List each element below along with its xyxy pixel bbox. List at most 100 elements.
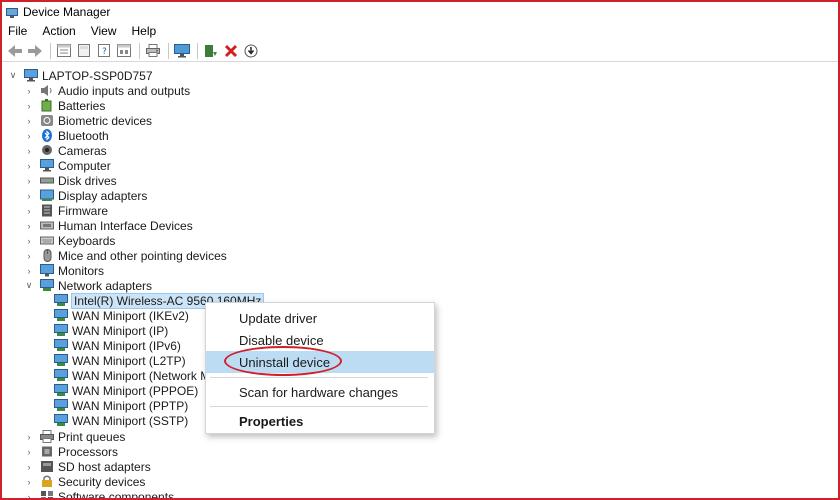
menu-disable-device[interactable]: Disable device [206,329,434,351]
category-label: Keyboards [58,233,116,248]
chevron-right-icon[interactable]: › [24,248,34,263]
tree-category[interactable]: › Biometric devices [24,113,153,128]
toolbar-divider [168,42,169,59]
network-device-item[interactable]: WAN Miniport (IPv6) [54,338,181,353]
toolbar-divider [50,42,51,59]
menu-separator [210,406,428,407]
tree-category[interactable]: › Bluetooth [24,128,109,143]
chevron-right-icon[interactable]: › [24,444,34,459]
tree-category[interactable]: › SD host adapters [24,459,151,474]
network-adapter-icon [54,399,68,412]
chevron-right-icon[interactable]: › [24,474,34,489]
fingerprint-icon [40,114,54,127]
network-adapter-icon [54,384,68,397]
network-device-item[interactable]: WAN Miniport (L2TP) [54,353,186,368]
tree-category[interactable]: › Computer [24,158,111,173]
window-title: Device Manager [23,5,111,19]
device-manager-icon [6,7,18,18]
back-arrow-icon[interactable] [6,42,24,60]
tree-root[interactable]: ∨ LAPTOP-SSP0D757 [8,68,153,83]
uninstall-x-icon[interactable] [222,42,240,60]
network-adapter-icon [54,309,68,322]
display-adapter-icon [40,189,54,202]
menu-file[interactable]: File [8,24,27,38]
network-device-item[interactable]: WAN Miniport (PPPOE) [54,383,198,398]
network-adapter-icon [54,339,68,352]
tree-category[interactable]: › Keyboards [24,233,116,248]
category-label: Bluetooth [58,128,109,143]
tree-category[interactable]: › Human Interface Devices [24,218,193,233]
menu-update-driver[interactable]: Update driver [206,307,434,329]
tree-category[interactable]: › Audio inputs and outputs [24,83,191,98]
device-label: WAN Miniport (PPTP) [72,398,189,413]
tree-category[interactable]: › Monitors [24,263,105,278]
category-label: Monitors [58,263,105,278]
tree-category[interactable]: › Cameras [24,143,107,158]
chevron-down-icon[interactable]: ∨ [8,68,18,83]
chevron-right-icon[interactable]: › [24,98,34,113]
toolbar-divider [197,42,198,59]
device-label: WAN Miniport (L2TP) [72,353,186,368]
chevron-right-icon[interactable]: › [24,128,34,143]
tree-category[interactable]: › Display adapters [24,188,148,203]
tree-category[interactable]: › Batteries [24,98,106,113]
tree-category[interactable]: › Mice and other pointing devices [24,248,227,263]
menu-scan-hardware[interactable]: Scan for hardware changes [206,381,434,403]
tree-category[interactable]: › Firmware [24,203,109,218]
chevron-right-icon[interactable]: › [24,203,34,218]
chevron-right-icon[interactable]: › [24,233,34,248]
blank-page-icon[interactable] [75,42,93,60]
tree-category[interactable]: ∨ Network adapters [24,278,152,293]
network-device-item[interactable]: WAN Miniport (IKEv2) [54,308,189,323]
chevron-right-icon[interactable]: › [24,173,34,188]
network-device-item[interactable]: WAN Miniport (SSTP) [54,413,188,428]
properties-sheet-icon[interactable] [55,42,73,60]
network-adapter-icon [54,324,68,337]
network-device-item[interactable]: WAN Miniport (Network Monit [54,368,230,383]
category-label: Computer [58,158,111,173]
chevron-right-icon[interactable]: › [24,459,34,474]
category-label: Mice and other pointing devices [58,248,227,263]
chevron-right-icon[interactable]: › [24,489,34,499]
help-page-icon[interactable]: ? [95,42,113,60]
download-circle-icon[interactable] [242,42,260,60]
menu-action[interactable]: Action [42,24,75,38]
camera-icon [40,144,54,157]
menu-uninstall-device[interactable]: Uninstall device [206,351,434,373]
bluetooth-icon [40,129,54,142]
chevron-right-icon[interactable]: › [24,83,34,98]
network-device-item[interactable]: WAN Miniport (PPTP) [54,398,188,413]
forward-arrow-icon[interactable] [26,42,44,60]
category-label: Biometric devices [58,113,153,128]
network-adapter-icon [54,354,68,367]
software-icon [40,490,54,498]
svg-text:?: ? [102,47,107,57]
chevron-right-icon[interactable]: › [24,143,34,158]
print-icon[interactable] [144,42,162,60]
chevron-right-icon[interactable]: › [24,429,34,444]
menu-properties[interactable]: Properties [206,410,434,432]
update-driver-icon[interactable] [202,42,220,60]
chevron-right-icon[interactable]: › [24,188,34,203]
tree-category[interactable]: › Disk drives [24,173,117,188]
network-device-item[interactable]: WAN Miniport (IP) [54,323,168,338]
chevron-down-icon[interactable]: ∨ [24,278,34,293]
device-view-icon[interactable] [115,42,133,60]
chevron-right-icon[interactable]: › [24,218,34,233]
tree-category[interactable]: › Software components [24,489,174,498]
network-adapter-icon [54,369,68,382]
chevron-right-icon[interactable]: › [24,113,34,128]
mouse-icon [40,249,54,262]
tree-category[interactable]: › Security devices [24,474,146,489]
chevron-right-icon[interactable]: › [24,263,34,278]
menu-view[interactable]: View [91,24,117,38]
title-bar: Device Manager [2,2,838,22]
menu-help[interactable]: Help [132,24,157,38]
chevron-right-icon[interactable]: › [24,158,34,173]
tree-category[interactable]: › Print queues [24,429,126,444]
monitor-icon[interactable] [173,42,191,60]
category-label: Cameras [58,143,107,158]
tree-category[interactable]: › Processors [24,444,119,459]
network-adapter-icon [54,414,68,427]
monitor-icon [40,264,54,277]
